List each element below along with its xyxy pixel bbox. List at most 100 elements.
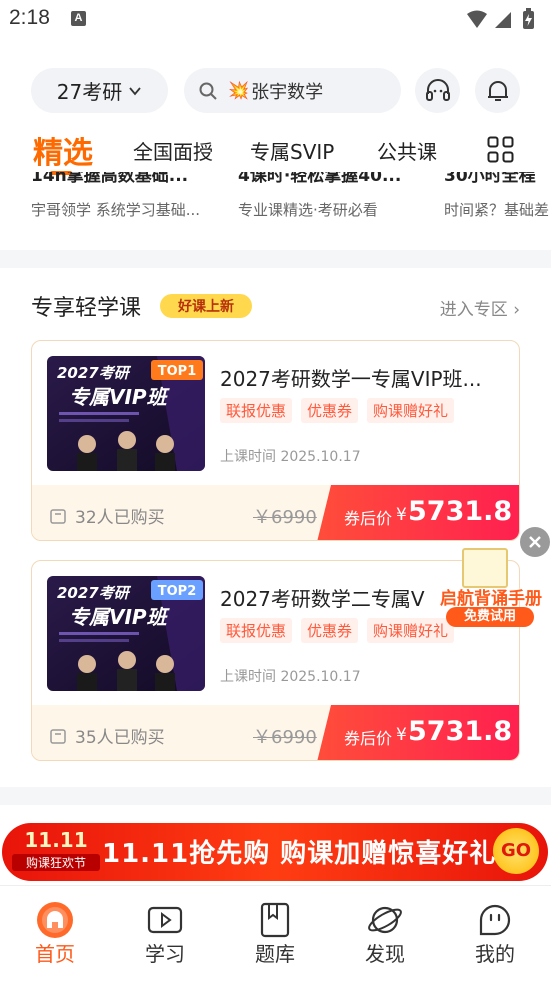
strip-course-sub: 时间紧？基础差 bbox=[444, 201, 550, 219]
coupon-price: 5731.8 bbox=[408, 716, 513, 747]
strip-course-sub: 宇哥领学 系统学习基础... bbox=[31, 201, 201, 219]
coupon-price: 5731.8 bbox=[408, 496, 513, 527]
thumb-year: 2027考研 bbox=[57, 584, 132, 602]
customer-service-button[interactable] bbox=[415, 68, 460, 113]
coupon-price-button[interactable]: 券后价 ¥ 5731.8 bbox=[317, 485, 519, 540]
new-course-badge: 好课上新 bbox=[160, 294, 252, 318]
banner-festival-badge: 11.11 购课狂欢节 bbox=[12, 828, 100, 876]
home-icon bbox=[37, 902, 73, 938]
tag-gift: 购课赠好礼 bbox=[367, 398, 455, 423]
top-header: 27考研 💥 张宇数学 精选 全国面授 专属SVIP 公共课 14h掌握高数基础… bbox=[0, 40, 551, 250]
nav-study-label: 学习 bbox=[145, 942, 185, 966]
search-icon bbox=[199, 82, 217, 100]
tag-coupon: 优惠券 bbox=[301, 398, 359, 423]
bought-count-text: 32人已购买 bbox=[75, 508, 165, 528]
course-title: 2027考研数学一专属VIP班... bbox=[220, 367, 482, 391]
cart-bag-icon bbox=[50, 508, 66, 524]
course-thumbnail: TOP1 2027考研 专属VIP班 bbox=[47, 356, 205, 471]
original-price: ￥6990 bbox=[253, 507, 317, 528]
currency-symbol: ¥ bbox=[396, 505, 407, 525]
rank-badge: TOP2 bbox=[158, 584, 197, 599]
strip-course-title: 14h掌握高数基础... bbox=[31, 172, 189, 186]
status-time: 2:18 bbox=[9, 6, 50, 29]
nav-study[interactable]: 学习 bbox=[110, 886, 220, 966]
cart-bag-icon bbox=[50, 728, 66, 744]
course-title: 2027考研数学二专属V bbox=[220, 587, 425, 611]
bell-icon bbox=[487, 80, 508, 101]
bought-count: 35人已购买 bbox=[49, 723, 165, 748]
thumb-name: 专属VIP班 bbox=[69, 385, 171, 409]
nav-question-bank[interactable]: 题库 bbox=[220, 886, 330, 966]
promo-title: 启航背诵手册 bbox=[440, 589, 542, 609]
status-bar: 2:18 A bbox=[0, 0, 551, 40]
headset-icon bbox=[425, 78, 450, 101]
face-icon bbox=[479, 904, 511, 936]
banner-go-button[interactable]: GO bbox=[493, 828, 539, 874]
promo-banner[interactable]: 11.11 购课狂欢节 11.11抢先购 购课加赠惊喜好礼 GO bbox=[0, 805, 551, 885]
notification-icon: A bbox=[71, 11, 86, 26]
card-price-bar: 35人已购买 ￥6990 券后价 ¥ 5731.8 bbox=[32, 705, 519, 760]
course-card[interactable]: TOP1 2027考研 专属VIP班 2027考研数学一专属VIP班... 联报… bbox=[31, 340, 520, 541]
course-thumbnail: TOP2 2027考研 专属VIP班 bbox=[47, 576, 205, 691]
book-icon bbox=[462, 548, 508, 588]
recitation-handbook-promo[interactable]: 启航背诵手册 免费试用 bbox=[432, 548, 550, 628]
tab-public-course[interactable]: 公共课 bbox=[377, 136, 437, 165]
currency-symbol: ¥ bbox=[396, 725, 407, 745]
notifications-button[interactable] bbox=[475, 68, 520, 113]
course-tags: 联报优惠 优惠券 购课赠好礼 bbox=[220, 618, 455, 643]
nav-discover[interactable]: 发现 bbox=[330, 886, 440, 966]
free-trial-button[interactable]: 免费试用 bbox=[446, 607, 534, 627]
thumb-name: 专属VIP班 bbox=[69, 605, 171, 629]
coupon-price-label: 券后价 bbox=[344, 729, 393, 748]
search-bar[interactable]: 💥 张宇数学 bbox=[184, 68, 401, 113]
planet-icon bbox=[368, 906, 402, 934]
nav-question-bank-label: 题库 bbox=[255, 942, 295, 966]
strip-course-item[interactable]: 14h掌握高数基础... 宇哥领学 系统学习基础... bbox=[31, 172, 200, 220]
bookmark-icon bbox=[260, 902, 290, 938]
nav-home[interactable]: 首页 bbox=[0, 886, 110, 966]
bought-count-text: 35人已购买 bbox=[75, 728, 165, 748]
tab-featured[interactable]: 精选 bbox=[33, 128, 93, 172]
strip-course-title: 30小时全程 bbox=[444, 172, 536, 186]
tag-bundle-discount: 联报优惠 bbox=[220, 398, 293, 423]
strip-course-item[interactable]: 4课时·轻松掌握40... 专业课精选·考研必看 bbox=[238, 172, 401, 220]
play-icon bbox=[147, 906, 183, 934]
tab-national-classroom[interactable]: 全国面授 bbox=[133, 136, 213, 165]
card-price-bar: 32人已购买 ￥6990 券后价 ¥ 5731.8 bbox=[32, 485, 519, 540]
banner-festival-label: 购课狂欢节 bbox=[12, 854, 100, 871]
new-course-badge-text: 好课上新 bbox=[177, 298, 234, 315]
enter-zone-label: 进入专区 bbox=[439, 300, 508, 320]
bottom-navigation: 首页 学习 题库 发现 我的 bbox=[0, 885, 551, 981]
category-tabs: 精选 全国面授 专属SVIP 公共课 bbox=[0, 128, 551, 175]
strip-course-item[interactable]: 30小时全程 时间紧？基础差 bbox=[444, 172, 549, 220]
coupon-price-button[interactable]: 券后价 ¥ 5731.8 bbox=[317, 705, 519, 760]
tab-exclusive-svip[interactable]: 专属SVIP bbox=[250, 136, 334, 165]
close-icon bbox=[529, 536, 541, 548]
banner-headline: 11.11抢先购 购课加赠惊喜好礼 bbox=[102, 839, 497, 869]
rank-badge: TOP1 bbox=[158, 364, 197, 379]
strip-course-title: 4课时·轻松掌握40... bbox=[238, 172, 402, 186]
exam-selector[interactable]: 27考研 bbox=[31, 68, 168, 113]
enter-zone-link[interactable]: 进入专区 › bbox=[440, 295, 520, 320]
exclusive-light-course-section: 专享轻学课 好课上新 进入专区 › TOP1 2027考研 专属VIP班 202… bbox=[0, 268, 551, 787]
strip-course-sub: 专业课精选·考研必看 bbox=[238, 201, 378, 219]
section-title: 专享轻学课 bbox=[31, 296, 142, 321]
nav-profile-label: 我的 bbox=[475, 942, 515, 966]
exam-selector-label: 27考研 bbox=[56, 80, 123, 104]
system-status-icons bbox=[467, 8, 534, 29]
grid-menu-icon[interactable] bbox=[487, 136, 514, 163]
tag-coupon: 优惠券 bbox=[301, 618, 359, 643]
nav-discover-label: 发现 bbox=[365, 942, 405, 966]
tag-bundle-discount: 联报优惠 bbox=[220, 618, 293, 643]
coupon-price-label: 券后价 bbox=[344, 509, 393, 528]
course-strip: 14h掌握高数基础... 宇哥领学 系统学习基础... 4课时·轻松掌握40..… bbox=[0, 172, 551, 232]
bought-count: 32人已购买 bbox=[49, 503, 165, 528]
banner-date: 11.11 bbox=[24, 828, 88, 852]
app-page: 2:18 A 27考研 💥 张宇数学 精选 全国面授 专属SVIP 公共课 14… bbox=[0, 0, 551, 981]
course-start-time: 上课时间 2025.10.17 bbox=[220, 669, 361, 685]
search-keyword: 张宇数学 bbox=[251, 81, 324, 103]
course-tags: 联报优惠 优惠券 购课赠好礼 bbox=[220, 398, 455, 423]
course-start-time: 上课时间 2025.10.17 bbox=[220, 449, 361, 465]
nav-profile[interactable]: 我的 bbox=[440, 886, 550, 966]
original-price: ￥6990 bbox=[253, 727, 317, 748]
